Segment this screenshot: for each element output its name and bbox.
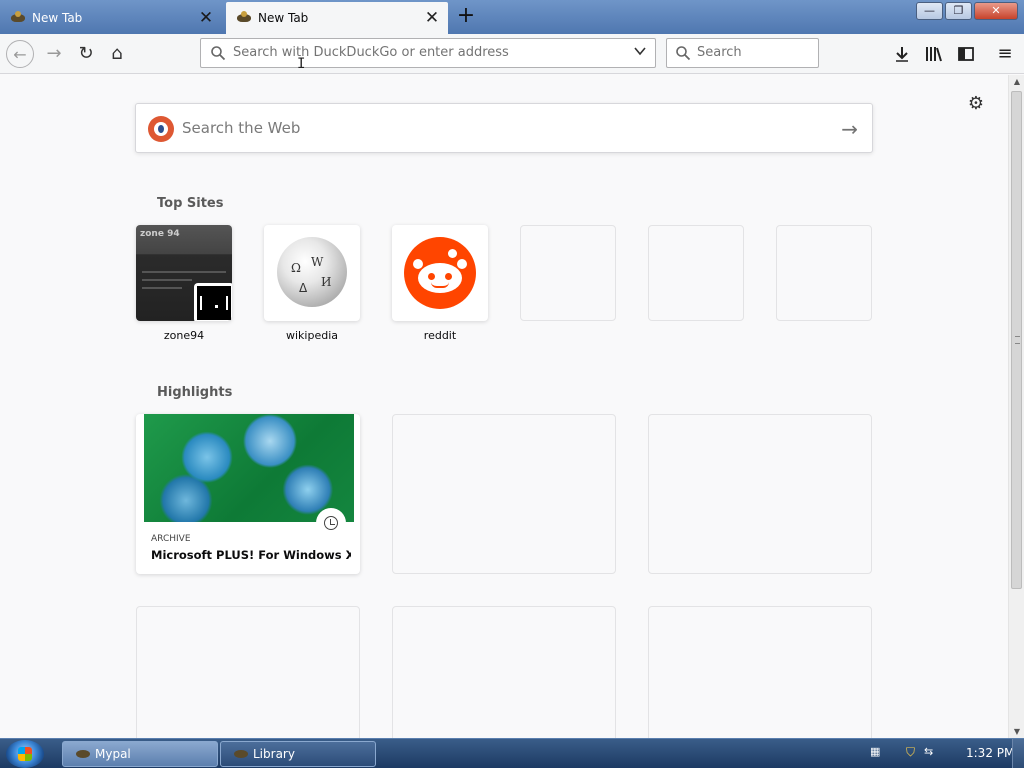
start-button[interactable] bbox=[6, 740, 44, 768]
empty-highlight-card bbox=[648, 606, 872, 738]
restore-button[interactable]: ❐ bbox=[945, 2, 972, 20]
new-tab-page: ⚙ → Top Sites zone 94 zone94 Ω W И bbox=[0, 75, 1008, 738]
site-label: reddit bbox=[423, 329, 457, 342]
windows-logo-icon bbox=[18, 747, 32, 761]
top-sites-heading: Top Sites bbox=[157, 196, 224, 211]
empty-highlight-card bbox=[392, 414, 616, 574]
search-icon bbox=[211, 46, 226, 61]
reddit-alien-icon bbox=[404, 237, 476, 309]
top-site-zone94[interactable]: zone 94 zone94 bbox=[136, 225, 232, 342]
app-icon bbox=[233, 748, 249, 760]
new-tab-plus-icon[interactable]: + bbox=[454, 5, 478, 29]
library-icon[interactable] bbox=[920, 40, 948, 68]
zone94-favicon-icon bbox=[194, 283, 232, 321]
empty-highlight-card bbox=[648, 414, 872, 574]
top-site-reddit[interactable]: reddit bbox=[392, 225, 488, 342]
taskbar-item-mypal[interactable]: Mypal bbox=[62, 741, 218, 767]
taskbar-item-label: Mypal bbox=[95, 747, 131, 761]
site-tile[interactable] bbox=[392, 225, 488, 321]
address-bar[interactable] bbox=[200, 38, 656, 68]
highlight-card[interactable]: ARCHIVE Microsoft PLUS! For Windows X... bbox=[136, 414, 360, 574]
system-clock[interactable]: 1:32 PM bbox=[966, 746, 1014, 760]
scroll-up-arrow-icon[interactable]: ▲ bbox=[1009, 77, 1024, 86]
tab-title: New Tab bbox=[258, 11, 309, 25]
empty-site-tile[interactable] bbox=[648, 225, 744, 321]
taskbar-item-label: Library bbox=[253, 747, 295, 761]
close-window-button[interactable]: ✕ bbox=[974, 2, 1018, 20]
reload-icon[interactable]: ↻ bbox=[72, 40, 100, 68]
download-icon[interactable] bbox=[888, 40, 916, 68]
highlight-thumbnail bbox=[144, 414, 354, 522]
search-input[interactable] bbox=[697, 45, 812, 60]
scroll-down-arrow-icon[interactable]: ▼ bbox=[1009, 727, 1024, 736]
empty-highlight-card bbox=[136, 606, 360, 738]
highlights-heading: Highlights bbox=[157, 385, 233, 400]
site-tile[interactable]: zone 94 bbox=[136, 225, 232, 321]
clock-icon bbox=[316, 508, 346, 538]
sidebar-icon[interactable] bbox=[952, 40, 980, 68]
wikipedia-globe-icon: Ω W И ᐃ bbox=[277, 237, 347, 307]
site-label: wikipedia bbox=[285, 329, 338, 342]
chevron-down-icon[interactable] bbox=[633, 44, 647, 62]
taskbar: Mypal Library ▦ ⛉ ⇆ 1:32 PM bbox=[0, 738, 1024, 768]
highlight-context: ARCHIVE bbox=[151, 534, 191, 544]
address-input[interactable] bbox=[233, 45, 623, 60]
tab-strip: New Tab ✕ New Tab ✕ + — ❐ ✕ bbox=[0, 0, 1024, 34]
app-icon bbox=[75, 748, 91, 760]
web-search-box[interactable]: → bbox=[135, 103, 873, 153]
back-arrow-icon[interactable]: ← bbox=[6, 40, 34, 68]
hamburger-menu-icon[interactable]: ≡ bbox=[991, 40, 1019, 68]
show-desktop-button[interactable] bbox=[1012, 739, 1024, 768]
minimize-button[interactable]: — bbox=[916, 2, 943, 20]
text-cursor-icon: I bbox=[297, 56, 306, 72]
empty-site-tile[interactable] bbox=[776, 225, 872, 321]
site-label: zone94 bbox=[163, 329, 205, 342]
top-site-empty[interactable] bbox=[648, 225, 744, 321]
site-favicon-icon bbox=[10, 11, 26, 25]
window-controls: — ❐ ✕ bbox=[916, 2, 1018, 20]
network-icon[interactable]: ⇆ bbox=[924, 745, 933, 758]
tab-inactive[interactable]: New Tab ✕ bbox=[0, 2, 222, 34]
top-site-wikipedia[interactable]: Ω W И ᐃ wikipedia bbox=[264, 225, 360, 342]
empty-site-tile[interactable] bbox=[520, 225, 616, 321]
vertical-scrollbar[interactable]: ▲ ▼ bbox=[1008, 75, 1024, 738]
taskbar-item-library[interactable]: Library bbox=[220, 741, 376, 767]
tab-close-icon[interactable]: ✕ bbox=[422, 8, 442, 28]
home-icon[interactable]: ⌂ bbox=[103, 40, 131, 68]
highlight-title: Microsoft PLUS! For Windows X... bbox=[151, 548, 351, 562]
search-submit-arrow-icon[interactable]: → bbox=[841, 117, 858, 141]
zone-thumb-header: zone 94 bbox=[140, 229, 180, 239]
tab-title: New Tab bbox=[32, 11, 83, 25]
gear-icon[interactable]: ⚙ bbox=[965, 93, 987, 115]
top-site-empty[interactable] bbox=[776, 225, 872, 321]
search-bar[interactable] bbox=[666, 38, 819, 68]
empty-highlight-card bbox=[392, 606, 616, 738]
site-favicon-icon bbox=[236, 11, 252, 25]
scrollbar-thumb[interactable] bbox=[1011, 91, 1022, 589]
security-shield-icon[interactable]: ⛉ bbox=[906, 745, 915, 760]
search-icon bbox=[676, 46, 691, 61]
keyboard-icon[interactable]: ▦ bbox=[870, 745, 880, 758]
top-site-empty[interactable] bbox=[520, 225, 616, 321]
web-search-input[interactable] bbox=[182, 119, 822, 137]
tab-close-icon[interactable]: ✕ bbox=[196, 8, 216, 28]
duckduckgo-logo-icon bbox=[148, 116, 174, 142]
navigation-toolbar: ← → ↻ ⌂ ≡ bbox=[0, 34, 1024, 74]
tab-active[interactable]: New Tab ✕ bbox=[226, 2, 448, 34]
site-tile[interactable]: Ω W И ᐃ bbox=[264, 225, 360, 321]
forward-arrow-icon[interactable]: → bbox=[40, 40, 68, 68]
